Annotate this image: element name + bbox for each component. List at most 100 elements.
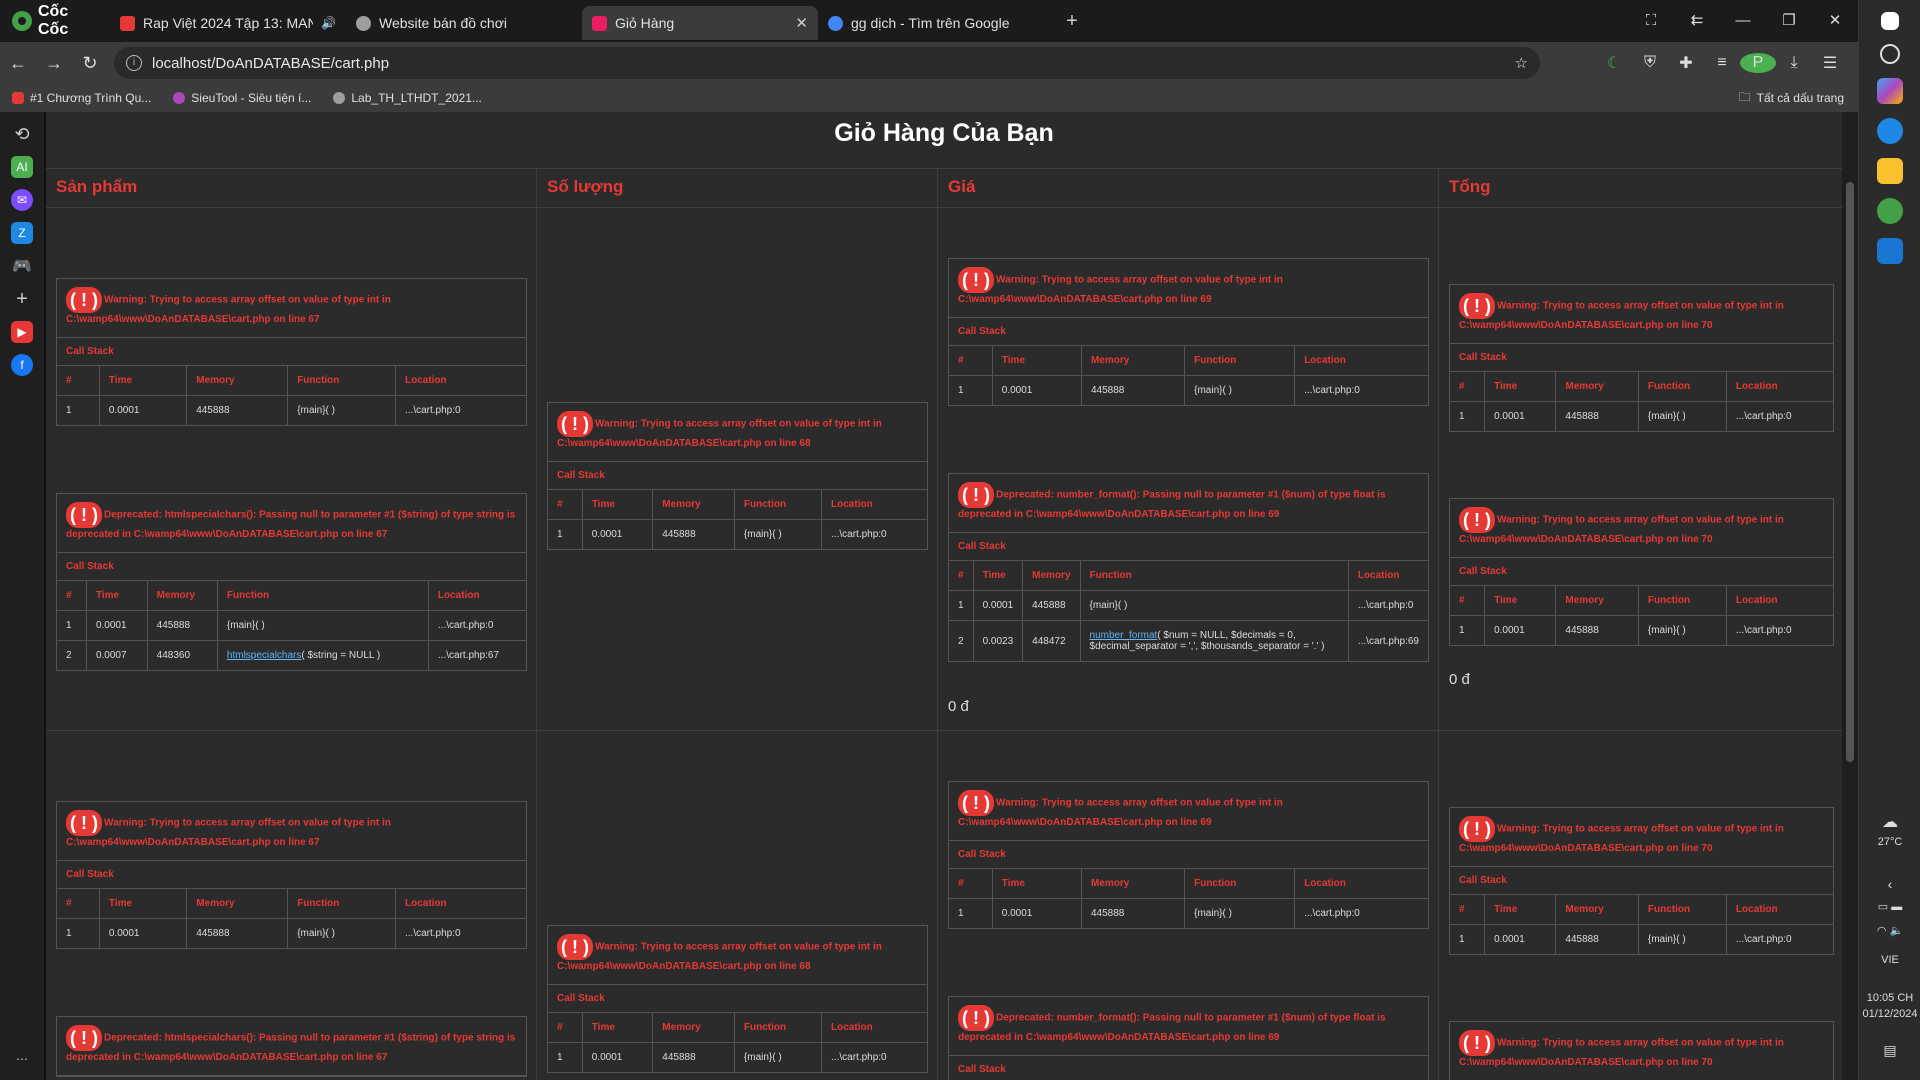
clock-date[interactable]: 01/12/2024 xyxy=(1859,1008,1920,1020)
php-warning: ( ! ) Warning: Trying to access array off… xyxy=(1449,498,1834,646)
tab-bar: Cốc Cốc Rap Việt 2024 Tập 13: MANBO 🔊 Web… xyxy=(0,0,1858,42)
add-icon[interactable]: + xyxy=(11,288,33,310)
error-icon: ( ! ) xyxy=(557,411,593,437)
error-icon: ( ! ) xyxy=(66,1025,102,1051)
cell-quantity: ( ! ) Warning: Trying to access array off… xyxy=(537,208,938,730)
battery-icon[interactable]: ▭ ▬ xyxy=(1859,900,1920,913)
table-header: Sản phẩm Số lượng Giá Tổng xyxy=(46,168,1844,207)
cell-total: ( ! ) Warning: Trying to access array off… xyxy=(1439,731,1844,1080)
php-warning: ( ! ) Warning: Trying to access array off… xyxy=(547,402,928,550)
address-input[interactable]: i localhost/DoAnDATABASE/cart.php ☆ xyxy=(114,47,1540,79)
tab-title: Giỏ Hàng xyxy=(615,15,675,31)
forward-arrow-icon[interactable]: → xyxy=(36,53,72,74)
price-value: 0 đ xyxy=(948,698,969,715)
close-tab-icon[interactable]: ✕ xyxy=(795,14,808,32)
sieutool-icon xyxy=(173,92,186,104)
php-warning: ( ! ) Warning: Trying to access array off… xyxy=(56,801,527,949)
tab-title: Website bán đồ chơi xyxy=(379,15,507,31)
close-window-button[interactable]: ✕ xyxy=(1812,0,1858,42)
moon-icon[interactable]: ☾ xyxy=(1596,53,1632,73)
scrollbar[interactable] xyxy=(1842,112,1858,1080)
header-total: Tổng xyxy=(1449,177,1491,196)
error-icon: ( ! ) xyxy=(66,810,102,836)
restore-button[interactable]: ❐ xyxy=(1766,0,1812,42)
php-deprecated: ( ! ) Deprecated: htmlspecialchars(): Pas… xyxy=(56,1016,527,1077)
site-icon xyxy=(356,15,371,31)
tab-list-icon[interactable]: ≡ xyxy=(1704,54,1740,72)
error-icon: ( ! ) xyxy=(958,482,994,508)
page-viewport: Giỏ Hàng Của Bạn Sản phẩm Số lượng Giá T… xyxy=(44,112,1858,1080)
all-bookmarks[interactable]: 🗀 Tất cả dấu trang xyxy=(1739,88,1844,109)
windows-start-icon[interactable] xyxy=(1880,12,1899,30)
language-indicator[interactable]: VIE xyxy=(1859,954,1920,966)
profile-avatar[interactable]: P xyxy=(1740,53,1776,73)
error-icon: ( ! ) xyxy=(1459,293,1495,319)
url-text: localhost/DoAnDATABASE/cart.php xyxy=(152,54,390,72)
tab-title: gg dịch - Tìm trên Google xyxy=(851,15,1010,31)
speaker-icon[interactable]: 🔊 xyxy=(321,16,336,30)
history-icon[interactable]: ⟲ xyxy=(11,123,33,145)
coccoc-taskbar-icon[interactable] xyxy=(1876,198,1903,224)
search-icon[interactable] xyxy=(1879,44,1900,64)
ai-icon[interactable]: AI xyxy=(11,156,33,178)
chevron-up-icon[interactable]: ‹ xyxy=(1859,876,1920,892)
new-tab-button[interactable]: + xyxy=(1054,10,1090,33)
minimize-button[interactable]: — xyxy=(1720,0,1766,42)
error-icon: ( ! ) xyxy=(66,502,102,528)
php-warning: ( ! ) Warning: Trying to access array off… xyxy=(948,781,1429,929)
menu-icon[interactable]: ☰ xyxy=(1812,53,1848,73)
extensions-icon[interactable]: ✚ xyxy=(1668,53,1704,73)
sidebar: ⟲ AI ✉ Z 🎮 + ▶ f ⋯ xyxy=(0,112,44,1080)
cell-price: ( ! ) Warning: Trying to access array off… xyxy=(938,208,1439,730)
wifi-volume-icon[interactable]: ◠ 🔈 xyxy=(1859,924,1920,937)
facebook-icon[interactable]: f xyxy=(11,354,33,376)
tab-title: Rap Việt 2024 Tập 13: MANBO xyxy=(143,15,314,31)
more-icon[interactable]: ⋯ xyxy=(11,1048,33,1070)
error-icon: ( ! ) xyxy=(557,934,593,960)
browser-brand[interactable]: Cốc Cốc xyxy=(0,0,110,42)
tab-google[interactable]: gg dịch - Tìm trên Google xyxy=(818,6,1054,40)
php-warning: ( ! ) Warning: Trying to access array off… xyxy=(1449,1021,1834,1080)
cart-page: Giỏ Hàng Của Bạn Sản phẩm Số lượng Giá T… xyxy=(44,112,1844,1080)
address-bar-row: ← → ↻ i localhost/DoAnDATABASE/cart.php ☆ … xyxy=(0,42,1858,84)
file-explorer-icon[interactable] xyxy=(1876,158,1903,184)
cell-product: ( ! ) Warning: Trying to access array off… xyxy=(46,731,537,1080)
error-icon: ( ! ) xyxy=(66,287,102,313)
bookmark-item[interactable]: SieuTool - Siêu tiện í... xyxy=(173,91,311,105)
edge-icon[interactable] xyxy=(1876,118,1903,144)
messenger-icon[interactable]: ✉ xyxy=(11,189,33,211)
tab-website[interactable]: Website bán đồ chơi xyxy=(346,6,582,40)
back-history-icon[interactable]: ⇇ xyxy=(1674,0,1720,42)
tab-cart[interactable]: Giỏ Hàng ✕ xyxy=(582,6,818,40)
info-icon[interactable]: i xyxy=(126,55,142,71)
tab-rapviet[interactable]: Rap Việt 2024 Tập 13: MANBO 🔊 xyxy=(110,6,346,40)
notification-icon[interactable]: ▤ xyxy=(1859,1042,1920,1059)
back-arrow-icon[interactable]: ← xyxy=(0,53,36,74)
bookmark-item[interactable]: #1 Chương Trình Qu... xyxy=(12,91,151,105)
bookmark-item[interactable]: Lab_TH_LTHDT_2021... xyxy=(333,91,482,105)
php-deprecated: ( ! ) Deprecated: number_format(): Passin… xyxy=(948,996,1429,1080)
shield-icon[interactable]: ⛨ xyxy=(1632,54,1668,72)
function-link[interactable]: htmlspecialchars xyxy=(227,650,301,661)
php-deprecated: ( ! ) Deprecated: htmlspecialchars(): Pas… xyxy=(56,493,527,671)
youtube-icon[interactable]: ▶ xyxy=(11,321,33,343)
folder-icon: 🗀 xyxy=(1738,89,1751,104)
function-link[interactable]: number_format xyxy=(1090,630,1158,641)
cell-price: ( ! ) Warning: Trying to access array off… xyxy=(938,731,1439,1080)
vscode-icon[interactable] xyxy=(1876,238,1903,264)
copilot-icon[interactable] xyxy=(1876,78,1903,104)
cell-quantity: ( ! ) Warning: Trying to access array off… xyxy=(537,731,938,1080)
google-icon xyxy=(828,15,843,31)
star-icon[interactable]: ☆ xyxy=(1515,54,1528,72)
game-icon[interactable]: 🎮 xyxy=(11,255,33,277)
php-deprecated: ( ! ) Deprecated: number_format(): Passin… xyxy=(948,473,1429,662)
zalo-icon[interactable]: Z xyxy=(11,222,33,244)
php-warning: ( ! ) Warning: Trying to access array off… xyxy=(1449,284,1834,432)
reload-icon[interactable]: ↻ xyxy=(72,53,108,74)
clock-time[interactable]: 10:05 CH xyxy=(1859,992,1920,1004)
download-icon[interactable]: ⤓ xyxy=(1776,54,1812,72)
window-controls: ⛶ ⇇ — ❐ ✕ xyxy=(1628,0,1858,42)
scrollbar-thumb[interactable] xyxy=(1846,182,1854,762)
screenshot-icon[interactable]: ⛶ xyxy=(1628,0,1674,42)
error-icon: ( ! ) xyxy=(958,790,994,816)
